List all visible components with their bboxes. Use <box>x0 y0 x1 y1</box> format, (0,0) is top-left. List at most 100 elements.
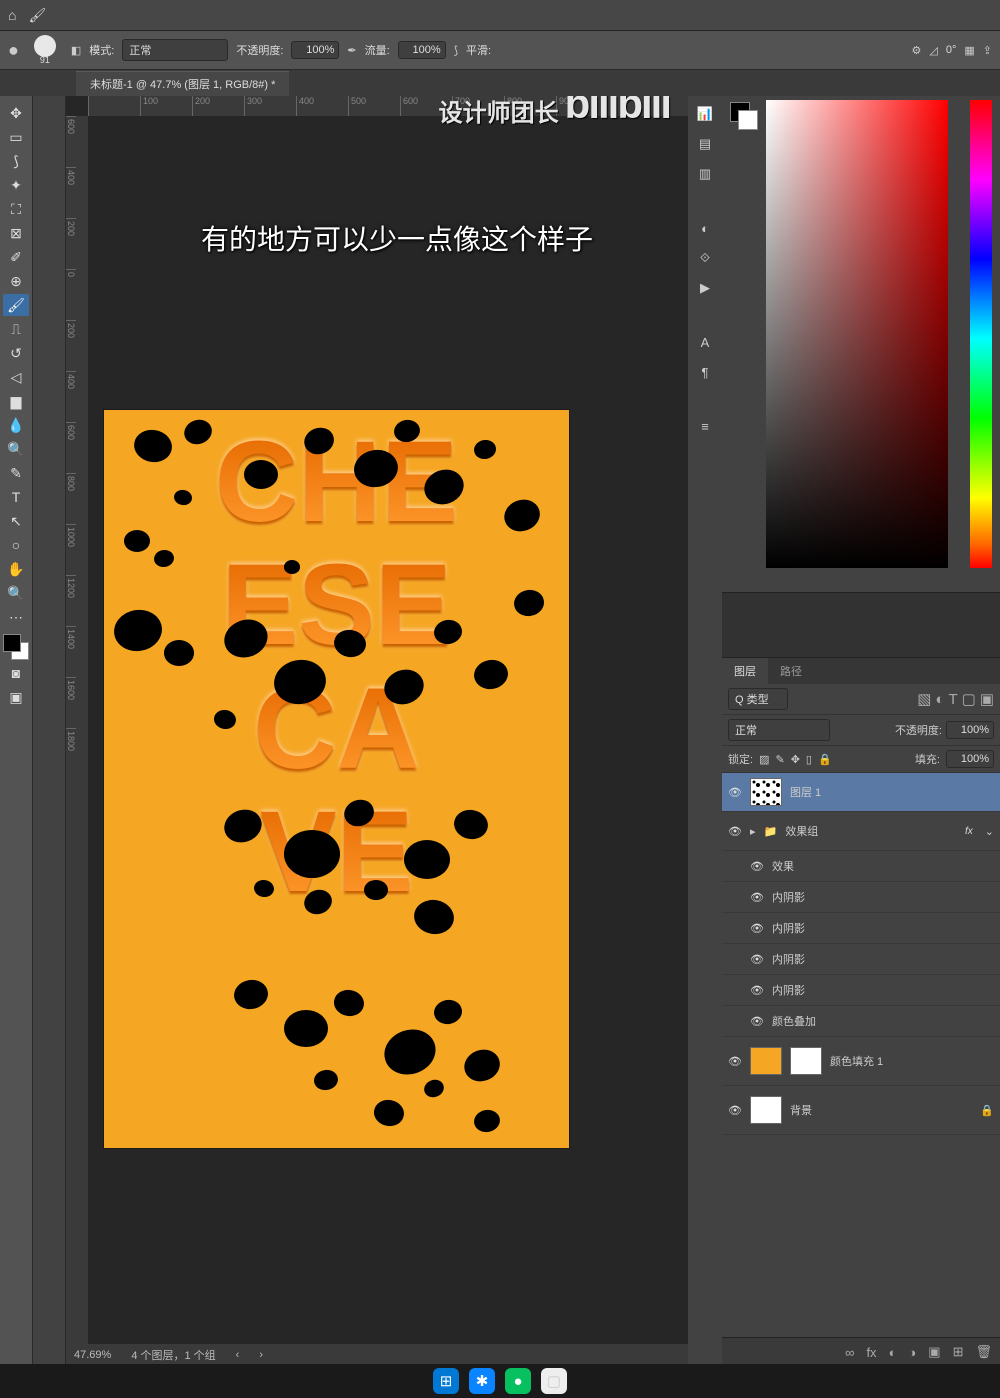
lock-brush-icon[interactable]: ✎ <box>775 753 784 766</box>
sliders-icon[interactable]: ≡ <box>694 416 716 436</box>
crop-tool[interactable]: ⛶ <box>3 198 29 220</box>
zoom-tool[interactable]: 🔍 <box>3 582 29 604</box>
filter-shape-icon[interactable]: ▢ <box>962 690 976 708</box>
layer-blend-select[interactable]: 正常 <box>728 719 830 741</box>
visibility-icon[interactable]: 👁 <box>750 953 764 966</box>
para-icon[interactable]: ¶ <box>694 362 716 382</box>
history-brush-tool[interactable]: ↺ <box>3 342 29 364</box>
angle-icon[interactable]: ◿ <box>929 44 937 57</box>
fx-innershadow-3[interactable]: 👁内阴影 <box>722 944 1000 975</box>
wand-tool[interactable]: ✦ <box>3 174 29 196</box>
collapsed-dock[interactable] <box>33 96 66 1366</box>
fx-innershadow-2[interactable]: 👁内阴影 <box>722 913 1000 944</box>
lock-all-icon[interactable]: 🔒 <box>818 753 832 766</box>
lock-icon[interactable]: 🔒 <box>980 1104 994 1117</box>
blur-tool[interactable]: 💧 <box>3 414 29 436</box>
layer-name[interactable]: 背景 <box>790 1102 812 1118</box>
nav-left-icon[interactable]: ‹ <box>236 1349 240 1361</box>
layer-row-colorfill[interactable]: 👁 颜色填充 1 <box>722 1037 1000 1086</box>
visibility-icon[interactable]: 👁 <box>728 1104 742 1117</box>
layer-name[interactable]: 效果组 <box>785 823 818 839</box>
play-icon[interactable]: ▶ <box>694 278 716 298</box>
saturation-field[interactable] <box>766 100 948 568</box>
gear-icon[interactable]: ⚙ <box>912 44 922 57</box>
footer-icon[interactable]: ◐ <box>889 1345 897 1360</box>
layer-opacity-value[interactable]: 100% <box>946 721 994 739</box>
pressure-opacity-icon[interactable]: ✒ <box>347 44 356 57</box>
app-icon-2[interactable]: ● <box>505 1368 531 1394</box>
share-icon[interactable]: ⇪ <box>983 44 992 57</box>
tab-layers[interactable]: 图层 <box>722 658 768 684</box>
document-tab[interactable]: 未标题-1 @ 47.7% (图层 1, RGB/8#) * <box>76 71 289 96</box>
doc-info[interactable]: 4 个图层，1 个组 <box>131 1347 215 1363</box>
pen-tool[interactable]: ✎ <box>3 462 29 484</box>
app-icon-3[interactable]: ▢ <box>541 1368 567 1394</box>
windows-taskbar[interactable]: ⊞ ✱ ● ▢ <box>0 1364 1000 1398</box>
visibility-icon[interactable]: 👁 <box>750 922 764 935</box>
footer-icon[interactable]: ▣ <box>928 1344 940 1360</box>
fx-innershadow-1[interactable]: 👁内阴影 <box>722 882 1000 913</box>
brush-panel-icon[interactable]: ◧ <box>71 44 81 57</box>
layer-row-background[interactable]: 👁 背景 🔒 <box>722 1086 1000 1135</box>
angle-value[interactable]: 0° <box>946 44 957 56</box>
brush-tool[interactable]: 🖌 <box>3 294 29 316</box>
visibility-icon[interactable]: 👁 <box>750 1015 764 1028</box>
foreground-swatch[interactable] <box>3 634 21 652</box>
type-tool[interactable]: T <box>3 486 29 508</box>
filter-type-select[interactable]: Q 类型 <box>728 688 788 710</box>
lock-pixels-icon[interactable]: ▨ <box>759 753 769 766</box>
flow-value[interactable]: 100% <box>398 41 446 59</box>
path-select-tool[interactable]: ↖ <box>3 510 29 532</box>
disclosure-icon[interactable]: ▸ <box>750 825 756 838</box>
brush-preset-picker[interactable]: 91 <box>27 34 63 66</box>
move-tool[interactable]: ✥ <box>3 102 29 124</box>
lock-artboard-icon[interactable]: ▯ <box>806 753 812 766</box>
char-icon[interactable]: A <box>694 332 716 352</box>
lock-move-icon[interactable]: ✥ <box>791 753 800 766</box>
dodge-tool[interactable]: 🔍 <box>3 438 29 460</box>
eraser-tool[interactable]: ◁ <box>3 366 29 388</box>
system-menu-bar[interactable]: ⌂ 🖌 <box>0 0 1000 31</box>
chevron-down-icon[interactable]: ⌄ <box>985 825 994 838</box>
fx-coloroverlay[interactable]: 👁颜色叠加 <box>722 1006 1000 1037</box>
quickmask-tool[interactable]: ◙ <box>3 662 29 684</box>
fx-innershadow-4[interactable]: 👁内阴影 <box>722 975 1000 1006</box>
airbrush-icon[interactable]: ⟆ <box>454 44 458 57</box>
heal-tool[interactable]: ⊕ <box>3 270 29 292</box>
fill-value[interactable]: 100% <box>946 750 994 768</box>
eyedropper-tool[interactable]: ✐ <box>3 246 29 268</box>
visibility-icon[interactable]: 👁 <box>750 984 764 997</box>
nav-right-icon[interactable]: › <box>259 1349 263 1361</box>
layer-name[interactable]: 图层 1 <box>790 784 821 800</box>
filter-type-icon[interactable]: T <box>948 691 957 708</box>
stamp-tool[interactable]: ⎍ <box>3 318 29 340</box>
color-swatches[interactable] <box>3 634 29 660</box>
histogram-icon[interactable]: 📊 <box>694 104 716 124</box>
filter-adjust-icon[interactable]: ◐ <box>935 691 944 708</box>
document-canvas[interactable]: CHE ESE CA VE <box>104 410 569 1148</box>
visibility-icon[interactable]: 👁 <box>750 891 764 904</box>
adjust-icon[interactable]: ◐ <box>694 218 716 238</box>
visibility-icon[interactable]: 👁 <box>728 786 742 799</box>
lasso-tool[interactable]: ⟆ <box>3 150 29 172</box>
layer-row-fxgroup[interactable]: 👁 ▸ 📁 效果组 fx ⌄ <box>722 812 1000 851</box>
hue-strip[interactable] <box>970 100 992 568</box>
home-icon[interactable]: ⌂ <box>8 7 16 23</box>
app-icon-1[interactable]: ✱ <box>469 1368 495 1394</box>
footer-icon[interactable]: ◑ <box>908 1345 916 1360</box>
filter-pixel-icon[interactable]: ▧ <box>917 690 931 708</box>
visibility-icon[interactable]: 👁 <box>750 860 764 873</box>
edit-toolbar[interactable]: ⋯ <box>3 606 29 628</box>
brush-preset-icon[interactable]: 🖌 <box>28 7 46 24</box>
styles-icon[interactable]: ⟐ <box>694 248 716 268</box>
nav-icon[interactable]: ▤ <box>694 134 716 154</box>
visibility-icon[interactable]: 👁 <box>728 825 742 838</box>
gradient-tool[interactable]: ▆ <box>3 390 29 412</box>
visibility-icon[interactable]: 👁 <box>728 1055 742 1068</box>
zoom-level[interactable]: 47.69% <box>74 1349 111 1361</box>
footer-icon[interactable]: fx <box>866 1345 876 1360</box>
fx-header[interactable]: 👁 效果 <box>722 851 1000 882</box>
fx-badge[interactable]: fx <box>965 826 977 837</box>
footer-icon[interactable]: ∞ <box>845 1345 854 1360</box>
tab-paths[interactable]: 路径 <box>768 658 814 684</box>
